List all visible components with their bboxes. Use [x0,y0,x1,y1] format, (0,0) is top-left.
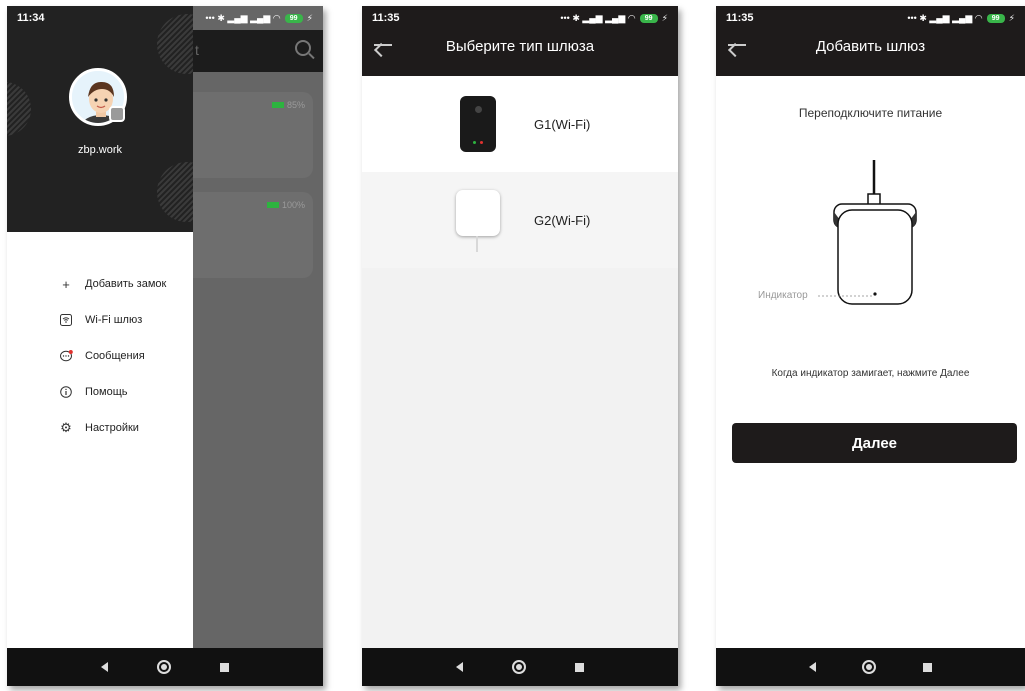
status-icons: ••• ✱ ▂▄▆ ▂▄▆ ◠ 99 ⚡ [205,12,313,23]
status-bar: 11:34 [7,6,193,30]
menu-item-add-lock[interactable]: + Добавить замок [59,266,166,302]
nav-home-icon[interactable] [156,660,171,674]
drawer-header: 11:34 zbp.work [7,6,193,232]
plus-icon: + [62,276,70,292]
lock-card[interactable]: 85% [177,92,313,178]
status-time: 11:35 [372,12,400,24]
screen-choose-gateway: 11:35 ••• ✱ ▂▄▆ ▂▄▆ ◠ 99 ⚡ Выберите тип … [362,6,678,686]
gateway-label: G2(Wi-Fi) [534,212,591,228]
gateway-option-g1[interactable]: G1(Wi-Fi) [362,76,678,172]
search-icon[interactable] [295,40,311,56]
app-bar: 11:35 ••• ✱ ▂▄▆ ▂▄▆ ◠ 99 ⚡ Добавить шлюз [716,6,1025,76]
gateway-option-g2[interactable]: G2(Wi-Fi) [362,172,678,268]
nav-home-icon[interactable] [511,660,526,674]
username: zbp.work [77,144,123,156]
background-title: t [195,42,199,58]
screen-drawer: t 85% 100% 11:34 zbp.work + Добавить зам… [7,6,323,686]
system-nav-bar [716,648,1025,686]
status-bar: 11:35 ••• ✱ ▂▄▆ ▂▄▆ ◠ 99 ⚡ [726,12,1015,24]
lock-card[interactable]: 100% [177,192,313,278]
page-title: Добавить шлюз [815,38,926,55]
battery-icon [266,202,279,208]
screen-add-gateway: 11:35 ••• ✱ ▂▄▆ ▂▄▆ ◠ 99 ⚡ Добавить шлюз… [716,6,1025,686]
battery-icon: 99 [986,13,1005,23]
drawer-menu: + Добавить замок Wi-Fi шлюз Сообщения По… [59,266,166,446]
battery-level: 100% [266,200,305,210]
message-icon [59,349,73,363]
gateway-g2-image [456,190,500,252]
nav-home-icon[interactable] [862,660,877,674]
navigation-drawer: 11:34 zbp.work + Добавить замок Wi-Fi шл… [7,6,193,648]
menu-item-label: Добавить замок [85,278,167,290]
status-time: 11:35 [726,12,754,24]
gear-icon: ⚙ [60,420,72,435]
nav-back-icon[interactable] [809,662,817,672]
info-icon [59,385,73,399]
nav-recent-icon[interactable] [219,662,229,672]
menu-item-help[interactable]: Помощь [59,374,166,410]
app-bar: 11:35 ••• ✱ ▂▄▆ ▂▄▆ ◠ 99 ⚡ Выберите тип … [362,6,678,76]
menu-item-label: Помощь [85,386,128,398]
menu-item-label: Настройки [85,422,139,434]
gateway-g1-image [460,96,496,152]
decor-circle [157,162,193,222]
menu-item-label: Wi-Fi шлюз [85,314,143,326]
battery-icon: 99 [639,13,658,23]
page-title: Выберите тип шлюза [445,38,595,55]
wifi-gateway-icon [59,313,73,327]
status-bar: 11:35 ••• ✱ ▂▄▆ ▂▄▆ ◠ 99 ⚡ [372,12,668,24]
nav-back-icon[interactable] [456,662,464,672]
menu-item-wifi-gateway[interactable]: Wi-Fi шлюз [59,302,166,338]
indicator-label: Индикатор [758,290,808,301]
battery-icon: 99 [284,13,303,23]
menu-item-messages[interactable]: Сообщения [59,338,166,374]
system-nav-bar [362,648,678,686]
menu-item-label: Сообщения [85,350,145,362]
battery-level: 85% [271,100,305,110]
gateway-label: G1(Wi-Fi) [534,116,591,132]
next-button[interactable]: Далее [732,423,1017,463]
edit-avatar-icon[interactable] [109,106,125,122]
status-time: 11:34 [17,12,45,24]
nav-back-icon[interactable] [101,662,109,672]
instruction-hint: Когда индикатор замигает, нажмите Далее [771,368,970,379]
nav-recent-icon[interactable] [574,662,584,672]
gateway-diagram [818,160,917,305]
nav-recent-icon[interactable] [922,662,932,672]
instruction-heading: Переподключите питание [798,106,943,120]
system-nav-bar [7,648,323,686]
decor-circle [7,82,31,136]
battery-icon [271,102,284,108]
menu-item-settings[interactable]: ⚙ Настройки [59,410,166,446]
